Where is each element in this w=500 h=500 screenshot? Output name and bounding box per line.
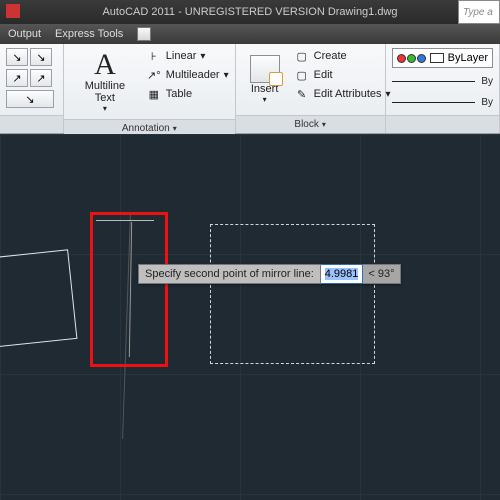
table-label: Table (166, 88, 192, 100)
panel-label-properties[interactable] (386, 115, 499, 133)
dropdown-icon: ▾ (263, 95, 267, 104)
color-swatch-icon (407, 54, 416, 63)
insert-icon (250, 55, 280, 83)
dropdown-icon: ▾ (322, 120, 326, 129)
bylayer-swatch-icon (430, 53, 444, 63)
insert-block-button[interactable]: Insert ▾ (242, 48, 288, 111)
tab-express-tools[interactable]: Express Tools (55, 28, 123, 40)
drawing-object (0, 249, 77, 348)
selection-marquee (210, 224, 375, 364)
multileader-label: Multileader (166, 69, 220, 81)
dropdown-icon: ▾ (173, 124, 177, 133)
edit-attributes-button[interactable]: ✎ Edit Attributes ▾ (294, 86, 391, 102)
lineweight-label: By (481, 76, 493, 87)
edit-icon: ▢ (294, 67, 310, 83)
drawing-canvas[interactable]: Specify second point of mirror line: 4.9… (0, 134, 500, 500)
table-button[interactable]: ▦ Table (146, 86, 229, 102)
create-label: Create (314, 50, 347, 62)
line-icon (392, 81, 476, 82)
leader-add-icon[interactable]: ↘ (30, 48, 52, 66)
leader-align-icon[interactable]: ↗ (30, 69, 52, 87)
text-icon: A (94, 50, 116, 80)
linetype-selector[interactable]: By (392, 94, 493, 110)
search-placeholder: Type a (463, 7, 493, 18)
leader-icon[interactable]: ↘ (6, 48, 28, 66)
tab-appearance-icon[interactable] (137, 27, 151, 41)
multileader-icon: ↗° (146, 67, 162, 83)
create-block-button[interactable]: ▢ Create (294, 48, 391, 64)
search-input[interactable]: Type a (458, 0, 500, 24)
multiline-text-button[interactable]: A Multiline Text ▾ (70, 48, 140, 115)
edit-label: Edit (314, 69, 333, 81)
color-swatch-icon (397, 54, 406, 63)
linear-dimension-button[interactable]: ⊦ Linear ▾ (146, 48, 229, 64)
angle-readout: < 93° (363, 264, 400, 284)
multileader-button[interactable]: ↗° Multileader ▾ (146, 67, 229, 83)
app-logo-icon (6, 4, 20, 18)
distance-input[interactable]: 4.9981 (321, 264, 364, 284)
linear-label: Linear (166, 50, 197, 62)
table-icon: ▦ (146, 86, 162, 102)
edit-attr-label: Edit Attributes (314, 88, 382, 100)
title-bar: AutoCAD 2011 - UNREGISTERED VERSION Draw… (0, 0, 500, 24)
lineweight-selector[interactable]: By (392, 73, 493, 89)
dropdown-icon: ▾ (200, 51, 205, 62)
dynamic-input-tooltip: Specify second point of mirror line: 4.9… (138, 264, 401, 284)
edit-block-button[interactable]: ▢ Edit (294, 67, 391, 83)
create-icon: ▢ (294, 48, 310, 64)
multiline-text-label: Multiline Text (78, 80, 132, 104)
color-swatch-icon (417, 54, 426, 63)
linetype-label: By (481, 97, 493, 108)
linear-icon: ⊦ (146, 48, 162, 64)
layer-color-selector[interactable]: ByLayer (392, 48, 493, 68)
tab-output[interactable]: Output (8, 28, 41, 40)
panel-label-leaders[interactable] (0, 115, 63, 133)
window-title: AutoCAD 2011 - UNREGISTERED VERSION Draw… (102, 6, 397, 18)
edit-attr-icon: ✎ (294, 86, 310, 102)
leader-remove-icon[interactable]: ↗ (6, 69, 28, 87)
leader-collect-icon[interactable]: ↘ (6, 90, 54, 108)
drawing-object (96, 220, 154, 221)
leader-tools: ↘ ↘ ↗ ↗ ↘ (6, 48, 57, 111)
layer-name: ByLayer (448, 52, 488, 64)
line-icon (392, 102, 476, 103)
ribbon-tabs: Output Express Tools (0, 24, 500, 44)
dropdown-icon: ▾ (103, 104, 107, 113)
ribbon: ↘ ↘ ↗ ↗ ↘ A Multiline Text ▾ (0, 44, 500, 134)
panel-label-block[interactable]: Block▾ (236, 115, 385, 133)
distance-value: 4.9981 (325, 268, 359, 280)
dropdown-icon: ▾ (224, 70, 229, 81)
prompt-text: Specify second point of mirror line: (138, 264, 321, 284)
